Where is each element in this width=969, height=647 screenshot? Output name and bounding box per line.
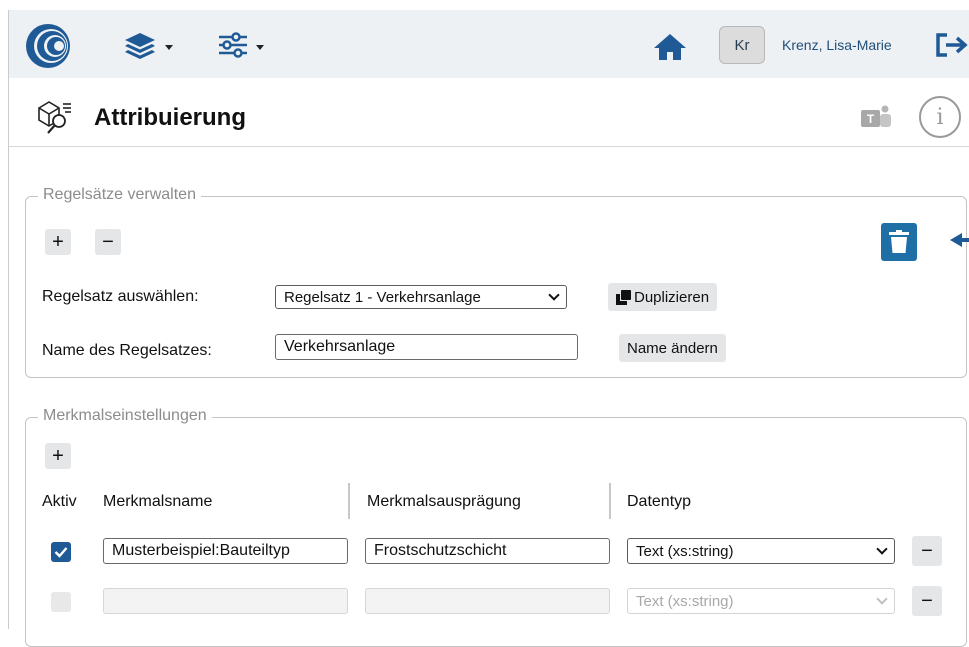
avatar[interactable]: Kr (719, 26, 765, 64)
header-divider (9, 146, 969, 147)
add-feature-label: + (52, 445, 64, 467)
user-name-link[interactable]: Krenz, Lisa-Marie (782, 37, 892, 53)
column-header-name: Merkmalsname (103, 493, 213, 510)
remove-feature-label: − (921, 539, 933, 562)
sliders-icon (219, 32, 247, 58)
check-icon (54, 547, 68, 558)
page-title: Attribuierung (94, 104, 246, 131)
duplicate-button[interactable]: Duplizieren (608, 283, 718, 311)
column-header-value: Merkmalsausprägung (367, 493, 521, 510)
trash-icon (889, 230, 909, 253)
layers-menu-button[interactable] (121, 28, 173, 62)
chevron-down-icon (876, 593, 888, 605)
pointer-arrow-icon (950, 233, 969, 247)
ruleset-panel-legend: Regelsätze verwalten (38, 186, 201, 204)
attribution-icon (38, 101, 71, 134)
globe-logo-icon[interactable] (25, 23, 71, 69)
remove-feature-label: − (921, 589, 933, 612)
chevron-down-icon (256, 44, 264, 50)
ruleset-name-input[interactable]: Verkehrsanlage (275, 334, 578, 360)
add-ruleset-button[interactable]: + (45, 229, 71, 255)
remove-ruleset-button[interactable]: − (95, 229, 121, 255)
avatar-initials: Kr (734, 36, 750, 54)
features-panel-legend: Merkmalseinstellungen (38, 407, 212, 425)
remove-ruleset-label: − (102, 231, 114, 253)
layers-icon (125, 33, 155, 59)
settings-menu-button[interactable] (216, 28, 264, 62)
remove-feature-button[interactable]: − (912, 586, 942, 616)
feature-value-input[interactable]: Frostschutzschicht (365, 538, 610, 564)
chevron-down-icon (165, 44, 173, 50)
teams-icon[interactable]: T (858, 104, 894, 130)
frame-border (8, 10, 9, 629)
duplicate-label: Duplizieren (634, 288, 710, 306)
chevron-down-icon (548, 289, 560, 301)
remove-feature-button[interactable]: − (912, 536, 942, 566)
ruleset-select-value: Regelsatz 1 - Verkehrsanlage (284, 288, 481, 306)
copy-icon (616, 289, 631, 305)
rename-label: Name ändern (627, 339, 718, 357)
ruleset-select[interactable]: Regelsatz 1 - Verkehrsanlage (275, 285, 567, 309)
datatype-select[interactable]: Text (xs:string) (627, 538, 895, 564)
home-icon[interactable] (653, 32, 687, 62)
logout-icon[interactable] (934, 32, 969, 58)
rename-button[interactable]: Name ändern (619, 334, 726, 362)
column-header-active: Aktiv (42, 493, 77, 510)
column-header-datatype: Datentyp (627, 493, 692, 510)
add-ruleset-label: + (52, 231, 64, 253)
column-separator (348, 483, 350, 519)
ruleset-name-label: Name des Regelsatzes: (42, 342, 212, 359)
top-bar: Kr Krenz, Lisa-Marie (9, 10, 969, 78)
active-checkbox[interactable] (51, 592, 71, 612)
chevron-down-icon (876, 543, 888, 555)
delete-ruleset-button[interactable] (881, 223, 917, 261)
column-separator (609, 483, 611, 519)
feature-name-input[interactable] (103, 588, 348, 614)
svg-text:T: T (867, 112, 875, 126)
info-icon[interactable]: i (919, 96, 961, 138)
datatype-select-value: Text (xs:string) (636, 592, 734, 610)
datatype-select-value: Text (xs:string) (636, 542, 734, 560)
datatype-select[interactable]: Text (xs:string) (627, 588, 895, 614)
ruleset-select-label: Regelsatz auswählen: (42, 288, 199, 305)
active-checkbox[interactable] (51, 542, 71, 562)
feature-name-input[interactable]: Musterbeispiel:Bauteiltyp (103, 538, 348, 564)
feature-value-input[interactable] (365, 588, 610, 614)
add-feature-button[interactable]: + (45, 443, 71, 469)
